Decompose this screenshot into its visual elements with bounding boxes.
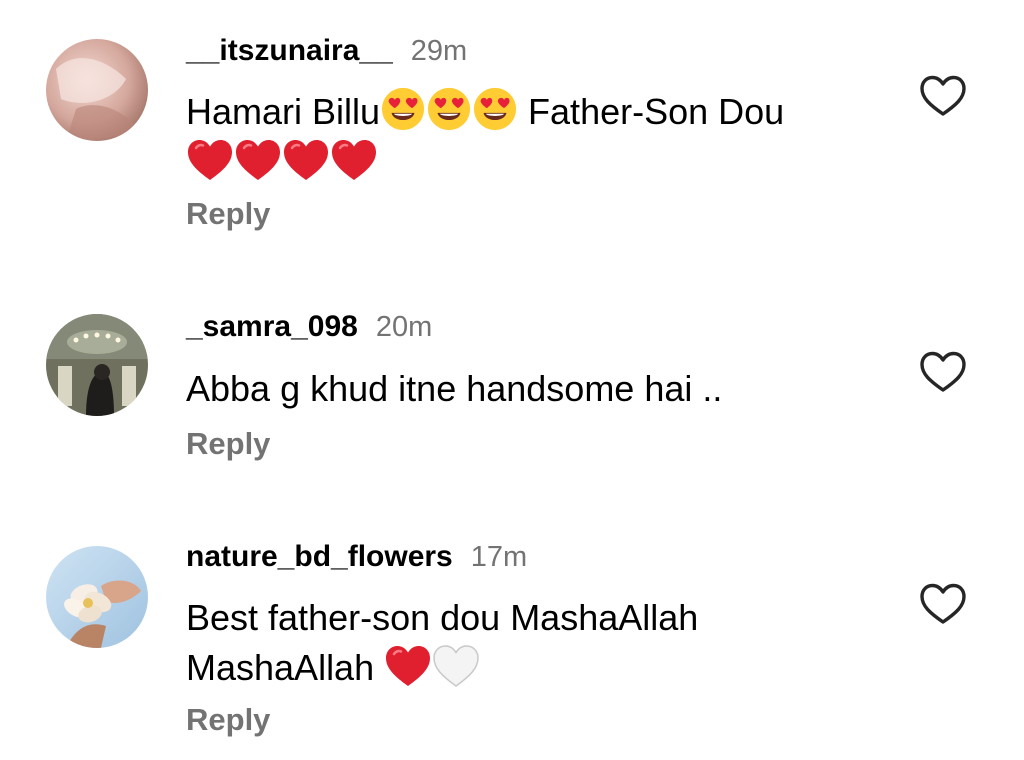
heart-outline-icon[interactable] [919, 74, 967, 118]
comment-meta: __itszunaira__ 29m [186, 34, 467, 68]
avatar[interactable] [46, 39, 148, 141]
comment-item: nature_bd_flowers 17m Best father-son dou… [0, 510, 1024, 760]
heart-outline-icon[interactable] [919, 350, 967, 394]
comment-text-part: MashaAllah [186, 647, 385, 688]
username[interactable]: _samra_098 [186, 310, 358, 343]
comment-text-part: Best father-son dou MashaAllah [186, 597, 699, 638]
white-heart-emoji-icon [432, 644, 480, 688]
comment-item: _samra_098 20m Abba g khud itne handsome … [0, 260, 1024, 510]
red-heart-emoji-icon [384, 644, 432, 688]
red-heart-emoji-icon [186, 138, 234, 182]
red-heart-emoji-icon [234, 138, 282, 182]
reply-button[interactable]: Reply [186, 196, 270, 232]
reply-button[interactable]: Reply [186, 702, 270, 738]
comment-meta: nature_bd_flowers 17m [186, 540, 527, 574]
comment-item: __itszunaira__ 29m Hamari Billu Father-So… [0, 0, 1024, 260]
timestamp: 17m [470, 541, 528, 573]
comment-text: Best father-son dou MashaAllah MashaAlla… [186, 593, 886, 693]
heart-eyes-emoji-icon [472, 86, 518, 132]
heart-eyes-emoji-icon [426, 86, 472, 132]
avatar[interactable] [46, 314, 148, 416]
comment-text-part: Abba g khud itne handsome hai .. [186, 368, 723, 409]
comment-text-part: Father-Son Dou [518, 91, 785, 132]
reply-button[interactable]: Reply [186, 426, 270, 462]
red-heart-emoji-icon [330, 138, 378, 182]
timestamp: 20m [375, 311, 433, 343]
heart-eyes-emoji-icon [380, 86, 426, 132]
red-heart-emoji-icon [282, 138, 330, 182]
avatar[interactable] [46, 546, 148, 648]
comment-text: Hamari Billu Father-Son Dou [186, 86, 886, 187]
timestamp: 29m [410, 35, 468, 67]
heart-outline-icon[interactable] [919, 582, 967, 626]
username[interactable]: nature_bd_flowers [186, 540, 453, 573]
comment-text-part: Hamari Billu [186, 91, 381, 132]
comment-text: Abba g khud itne handsome hai .. [186, 364, 886, 414]
comment-meta: _samra_098 20m [186, 310, 432, 344]
username[interactable]: __itszunaira__ [186, 34, 393, 67]
